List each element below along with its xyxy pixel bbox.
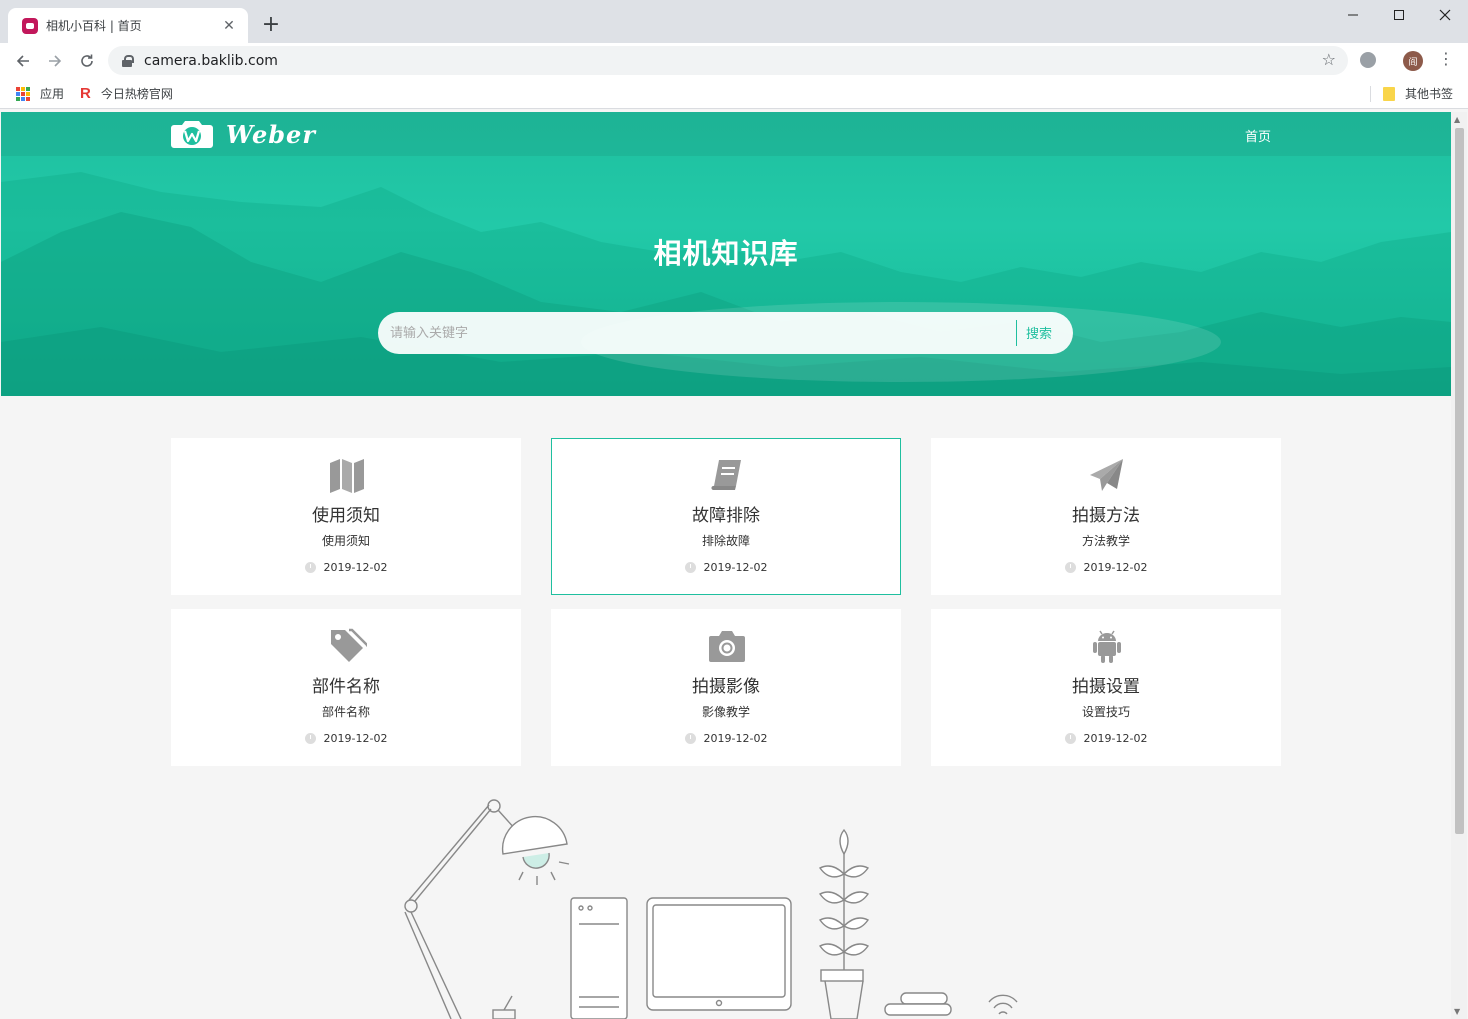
category-card[interactable]: 使用须知 使用须知 2019-12-02 xyxy=(171,438,521,595)
bookmark-label: 其他书签 xyxy=(1405,87,1454,101)
card-subtitle: 使用须知 xyxy=(321,534,370,548)
hero-banner: Weber 首页 相机知识库 搜索 xyxy=(1,112,1451,396)
search-button[interactable]: 搜索 xyxy=(1026,323,1052,342)
page-title: 相机知识库 xyxy=(653,237,799,270)
date-text: 2019-12-02 xyxy=(1083,732,1148,745)
search-divider xyxy=(1016,320,1017,346)
site-navbar: Weber 首页 xyxy=(1,112,1451,156)
bookmark-other[interactable]: 其他书签 xyxy=(1383,85,1453,102)
clock-icon xyxy=(1064,562,1076,573)
minimize-button[interactable] xyxy=(1330,0,1376,30)
reload-button[interactable] xyxy=(74,48,100,74)
clock-icon xyxy=(1064,733,1076,744)
bookmark-separator xyxy=(1370,86,1371,102)
date-text: 2019-12-02 xyxy=(323,732,388,745)
tophub-logo-icon: R xyxy=(80,85,91,102)
book-icon xyxy=(711,460,741,490)
card-title: 故障排除 xyxy=(692,506,760,526)
search-input[interactable] xyxy=(390,312,1010,354)
browser-toolbar: camera.baklib.com ☆ 阎 ⋮ xyxy=(0,43,1468,79)
maximize-button[interactable] xyxy=(1376,0,1422,30)
tags-icon xyxy=(331,628,367,662)
site-logo[interactable]: Weber xyxy=(170,119,316,149)
category-card[interactable]: 拍摄方法 方法教学 2019-12-02 xyxy=(931,438,1281,595)
browser-tabstrip: 相机小百科 | 首页 ✕ + xyxy=(0,0,1468,43)
url-text: camera.baklib.com xyxy=(144,52,278,69)
clock-icon xyxy=(684,733,696,744)
arrow-left-icon xyxy=(16,55,29,67)
card-subtitle: 部件名称 xyxy=(321,705,370,719)
page-viewport: Weber 首页 相机知识库 搜索 使用须知 使用须知 2019-12-02 xyxy=(1,112,1451,1019)
card-date: 2019-12-02 xyxy=(552,732,900,745)
date-text: 2019-12-02 xyxy=(323,561,388,574)
reload-icon xyxy=(81,54,93,67)
arrow-right-icon xyxy=(49,55,62,67)
bookmark-apps[interactable]: 应用 xyxy=(16,85,64,102)
maximize-icon xyxy=(1394,10,1404,20)
scroll-down-icon[interactable]: ▼ xyxy=(1454,1007,1460,1016)
card-date: 2019-12-02 xyxy=(172,732,520,745)
search-bar: 搜索 xyxy=(378,312,1073,354)
back-button[interactable] xyxy=(10,48,36,74)
date-text: 2019-12-02 xyxy=(703,732,768,745)
minimize-icon xyxy=(1348,14,1358,16)
tab-close-icon[interactable]: ✕ xyxy=(220,18,238,34)
card-date: 2019-12-02 xyxy=(172,561,520,574)
card-subtitle: 设置技巧 xyxy=(1081,705,1130,719)
card-subtitle: 影像教学 xyxy=(701,705,750,719)
card-title: 拍摄设置 xyxy=(1072,677,1140,697)
desk-illustration xyxy=(404,799,1018,1019)
scroll-up-icon[interactable]: ▲ xyxy=(1454,115,1460,124)
card-title: 使用须知 xyxy=(312,506,380,526)
map-icon xyxy=(330,459,364,493)
folder-icon xyxy=(1383,86,1395,101)
card-title: 拍摄方法 xyxy=(1072,506,1140,526)
forward-button[interactable] xyxy=(42,48,68,74)
star-icon[interactable]: ☆ xyxy=(1322,50,1336,69)
clock-icon xyxy=(684,562,696,573)
card-subtitle: 方法教学 xyxy=(1081,534,1130,548)
bookmark-label: 今日热榜官网 xyxy=(100,87,173,101)
bookmark-label: 应用 xyxy=(40,87,65,101)
lock-icon xyxy=(122,54,134,67)
address-bar[interactable]: camera.baklib.com ☆ xyxy=(108,46,1348,75)
tab-title: 相机小百科 | 首页 xyxy=(46,19,142,33)
category-card[interactable]: 拍摄设置 设置技巧 2019-12-02 xyxy=(931,609,1281,766)
card-date: 2019-12-02 xyxy=(932,732,1280,745)
page-scrollbar[interactable]: ▲ ▼ xyxy=(1451,112,1467,1019)
camera-logo-icon xyxy=(171,121,213,148)
clock-icon xyxy=(304,733,316,744)
scroll-thumb[interactable] xyxy=(1455,128,1464,834)
camera-favicon-icon xyxy=(22,17,38,34)
browser-tab[interactable]: 相机小百科 | 首页 ✕ xyxy=(8,8,248,43)
apps-grid-icon xyxy=(16,86,30,101)
card-date: 2019-12-02 xyxy=(552,561,900,574)
close-window-button[interactable] xyxy=(1422,0,1468,30)
bookmarks-bar: 应用 R 今日热榜官网 其他书签 xyxy=(0,79,1468,109)
card-subtitle: 排除故障 xyxy=(701,534,750,548)
window-controls xyxy=(1330,0,1468,30)
card-date: 2019-12-02 xyxy=(932,561,1280,574)
profile-avatar[interactable]: 阎 xyxy=(1403,51,1423,71)
card-title: 拍摄影像 xyxy=(692,677,760,697)
extension-globe-icon[interactable] xyxy=(1360,52,1376,68)
date-text: 2019-12-02 xyxy=(703,561,768,574)
close-icon xyxy=(1439,9,1451,21)
date-text: 2019-12-02 xyxy=(1083,561,1148,574)
more-menu-icon[interactable]: ⋮ xyxy=(1437,49,1455,68)
nav-home-link[interactable]: 首页 xyxy=(1245,126,1271,145)
camera-icon xyxy=(709,631,745,662)
logo-text: Weber xyxy=(226,119,316,149)
clock-icon xyxy=(304,562,316,573)
category-card[interactable]: 拍摄影像 影像教学 2019-12-02 xyxy=(551,609,901,766)
android-icon xyxy=(1093,630,1121,663)
new-tab-button[interactable]: + xyxy=(258,12,284,38)
category-card[interactable]: 故障排除 排除故障 2019-12-02 xyxy=(551,438,901,595)
card-title: 部件名称 xyxy=(312,677,380,697)
category-card[interactable]: 部件名称 部件名称 2019-12-02 xyxy=(171,609,521,766)
bookmark-tophub[interactable]: R 今日热榜官网 xyxy=(80,85,173,102)
paper-plane-icon xyxy=(1090,459,1123,491)
